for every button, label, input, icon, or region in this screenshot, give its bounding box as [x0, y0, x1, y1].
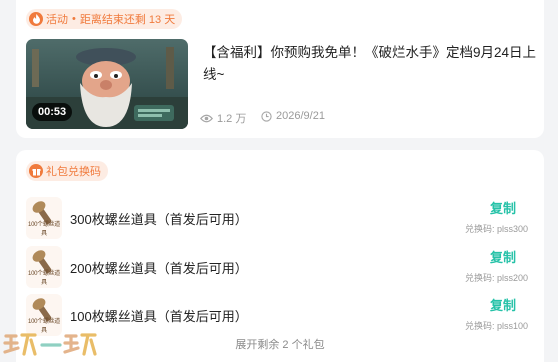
gift-code: 兑换码: plss300 — [464, 224, 528, 234]
gift-item: 100个螺丝道具 300枚螺丝道具（首发后可用） 复制 兑换码: plss300 — [16, 197, 544, 241]
activity-card[interactable]: 活动 • 距离结束还剩 13 天 00:53 【含福利】你预购我免单！《破烂水手… — [16, 0, 544, 138]
video-duration: 00:53 — [32, 103, 73, 121]
publish-date: 2026/9/21 — [261, 110, 325, 122]
eye-icon — [200, 114, 213, 122]
gift-icon — [29, 164, 43, 178]
publish-date-text: 2026/9/21 — [276, 110, 325, 122]
gift-code: 兑换码: plss100 — [464, 321, 528, 331]
clock-icon — [261, 110, 272, 122]
gift-name: 100枚螺丝道具（首发后可用） — [70, 309, 248, 324]
gift-tag: 礼包兑换码 — [26, 161, 108, 181]
copy-button[interactable]: 复制 — [490, 247, 516, 266]
gift-tag-label: 礼包兑换码 — [46, 166, 101, 178]
activity-tag-label: 活动 — [46, 14, 68, 26]
video-thumbnail[interactable]: 00:53 — [26, 39, 188, 129]
countdown-text: 距离结束还剩 13 天 — [79, 14, 176, 26]
copy-button[interactable]: 复制 — [490, 198, 516, 217]
copy-button[interactable]: 复制 — [490, 295, 516, 314]
gift-code: 兑换码: plss200 — [464, 273, 528, 283]
activity-title[interactable]: 【含福利】你预购我免单！《破烂水手》定档9月24日上线~ — [203, 42, 539, 86]
gift-name: 300枚螺丝道具（首发后可用） — [70, 212, 248, 227]
screw-item-icon: 100个螺丝道具 — [26, 246, 62, 288]
screw-item-icon: 100个螺丝道具 — [26, 197, 62, 239]
activity-tag: 活动 • 距离结束还剩 13 天 — [26, 9, 183, 29]
view-count: 1.2 万 — [200, 110, 246, 126]
gift-item: 100个螺丝道具 200枚螺丝道具（首发后可用） 复制 兑换码: plss200 — [16, 246, 544, 290]
gift-name: 200枚螺丝道具（首发后可用） — [70, 261, 248, 276]
watermark-logo — [3, 333, 97, 356]
separator-dot: • — [72, 13, 76, 25]
view-count-text: 1.2 万 — [217, 113, 247, 125]
flame-icon — [29, 12, 43, 26]
